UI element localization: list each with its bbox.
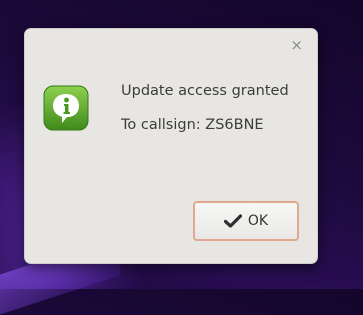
close-icon[interactable]: × [290,35,303,55]
message-line-1: Update access granted [121,83,289,99]
information-icon [43,85,89,131]
message-dialog: × Update access granted To callsign: ZS6… [24,28,318,264]
ok-button[interactable]: OK [193,201,299,241]
checkmark-icon [223,214,242,228]
message-line-2: To callsign: ZS6BNE [121,117,264,133]
ok-button-label: OK [247,213,269,229]
message-text: Update access granted To callsign: ZS6BN… [121,83,289,133]
